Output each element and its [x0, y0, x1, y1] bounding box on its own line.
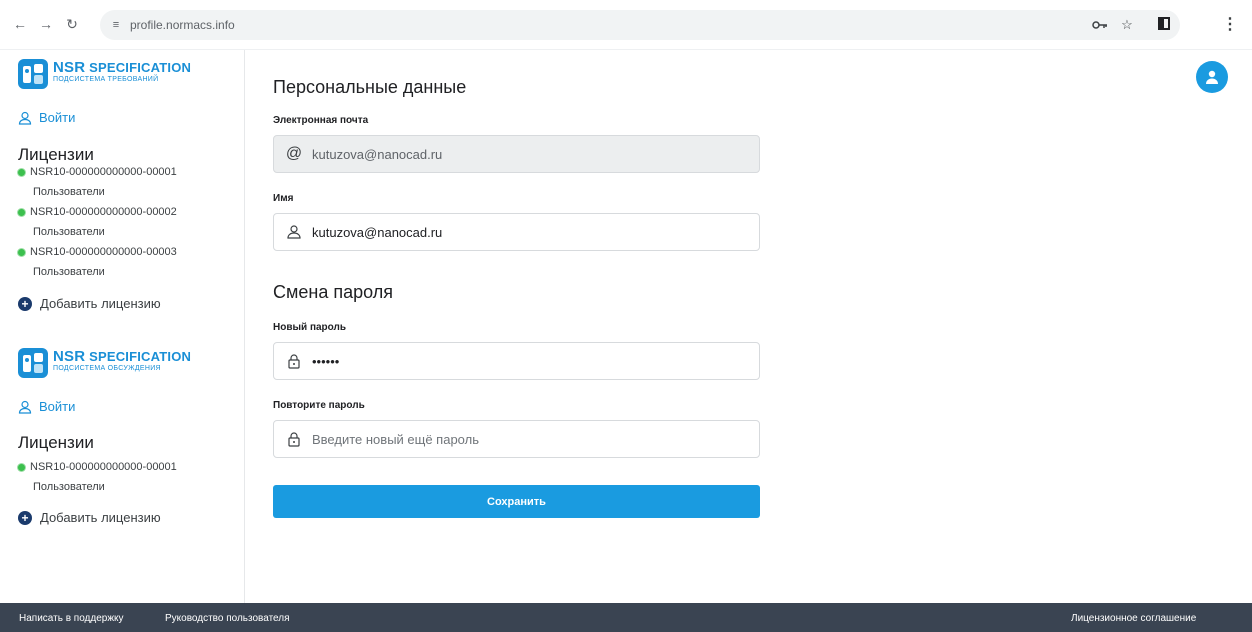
email-value: kutuzova@nanocad.ru: [312, 146, 443, 162]
side-panel-icon[interactable]: [1158, 17, 1170, 30]
email-label: Электронная почта: [273, 115, 369, 126]
logo-requirements[interactable]: NSR SPECIFICATION ПОДСИСТЕМА ТРЕБОВАНИЙ: [18, 59, 218, 91]
site-settings-icon[interactable]: ≡: [109, 18, 123, 32]
logo-subtitle: ПОДСИСТЕМА ОБСУЖДЕНИЯ: [53, 365, 161, 372]
logo-discussion[interactable]: NSR SPECIFICATION ПОДСИСТЕМА ОБСУЖДЕНИЯ: [18, 348, 218, 380]
license-id[interactable]: NSR10-000000000000-00001: [30, 166, 177, 178]
repeat-password-label: Повторите пароль: [273, 400, 365, 411]
add-license-label[interactable]: Добавить лицензию: [40, 510, 161, 525]
user-icon: [18, 111, 32, 125]
login-label[interactable]: Войти: [39, 399, 75, 414]
password-change-title: Смена пароля: [273, 282, 393, 302]
key-icon[interactable]: [1092, 17, 1108, 33]
license-id[interactable]: NSR10-000000000000-00003: [30, 246, 177, 258]
email-field: @ kutuzova@nanocad.ru: [273, 135, 760, 173]
login-link[interactable]: Войти: [18, 110, 75, 125]
login-link[interactable]: Войти: [18, 399, 75, 414]
lock-icon: [288, 354, 300, 369]
license-status-dot: [18, 208, 25, 216]
license-item[interactable]: NSR10-000000000000-00001 Пользователи: [18, 461, 238, 501]
profile-form: Персональные данные Электронная почта @ …: [245, 50, 1252, 603]
license-status-dot: [18, 463, 25, 471]
license-id[interactable]: NSR10-000000000000-00002: [30, 206, 177, 218]
license-item[interactable]: NSR10-000000000000-00002 Пользователи: [18, 206, 238, 246]
license-item[interactable]: NSR10-000000000000-00003 Пользователи: [18, 246, 238, 286]
nsr-logo-icon: [18, 348, 48, 378]
license-users-link[interactable]: Пользователи: [33, 186, 105, 198]
logo-subtitle: ПОДСИСТЕМА ТРЕБОВАНИЙ: [53, 76, 159, 83]
user-icon: [287, 225, 301, 239]
logo-title: NSR SPECIFICATION: [53, 348, 192, 365]
url-text[interactable]: profile.normacs.info: [130, 18, 235, 32]
personal-data-title: Персональные данные: [273, 77, 467, 97]
license-list: NSR10-000000000000-00001 Пользователи NS…: [18, 166, 238, 286]
lock-icon: [288, 432, 300, 447]
license-item[interactable]: NSR10-000000000000-00001 Пользователи: [18, 166, 238, 206]
menu-kebab-icon[interactable]: ⋮: [1222, 13, 1238, 35]
nsr-logo-icon: [18, 59, 48, 89]
name-value[interactable]: kutuzova@nanocad.ru: [312, 225, 442, 240]
new-password-value[interactable]: ••••••: [312, 354, 339, 369]
plus-circle-icon: +: [18, 296, 32, 311]
repeat-password-input[interactable]: [312, 431, 752, 447]
licenses-title: Лицензии: [18, 145, 94, 164]
forward-icon[interactable]: →: [36, 14, 56, 34]
license-list: NSR10-000000000000-00001 Пользователи: [18, 461, 238, 501]
bookmark-star-icon[interactable]: ☆: [1119, 17, 1135, 33]
new-password-field[interactable]: ••••••: [273, 342, 760, 380]
support-link[interactable]: Написать в поддержку: [19, 613, 124, 624]
reload-icon[interactable]: ↻: [62, 14, 82, 34]
repeat-password-field[interactable]: [273, 420, 760, 458]
login-label[interactable]: Войти: [39, 110, 75, 125]
address-bar[interactable]: ≡ profile.normacs.info ☆: [100, 10, 1180, 40]
user-guide-link[interactable]: Руководство пользователя: [165, 613, 290, 624]
name-field[interactable]: kutuzova@nanocad.ru: [273, 213, 760, 251]
license-status-dot: [18, 248, 25, 256]
name-label: Имя: [273, 193, 294, 204]
license-agreement-link[interactable]: Лицензионное соглашение: [1071, 613, 1196, 624]
plus-circle-icon: +: [18, 510, 32, 525]
new-password-label: Новый пароль: [273, 322, 347, 333]
sidebar: NSR SPECIFICATION ПОДСИСТЕМА ТРЕБОВАНИЙ …: [0, 50, 245, 603]
license-users-link[interactable]: Пользователи: [33, 266, 105, 278]
add-license-label[interactable]: Добавить лицензию: [40, 296, 161, 311]
browser-toolbar: ← → ↻ ≡ profile.normacs.info ☆ ⋮: [0, 0, 1252, 50]
license-users-link[interactable]: Пользователи: [33, 481, 105, 493]
licenses-title: Лицензии: [18, 433, 94, 452]
footer: Написать в поддержку Руководство пользов…: [0, 603, 1252, 632]
license-id[interactable]: NSR10-000000000000-00001: [30, 461, 177, 473]
logo-title: NSR SPECIFICATION: [53, 59, 192, 76]
license-status-dot: [18, 168, 25, 176]
at-sign-icon: @: [285, 145, 303, 162]
user-avatar-icon: [1206, 70, 1218, 84]
add-license-button[interactable]: + Добавить лицензию: [18, 296, 161, 311]
user-avatar[interactable]: [1196, 61, 1228, 93]
user-icon: [18, 400, 32, 414]
license-users-link[interactable]: Пользователи: [33, 226, 105, 238]
back-icon[interactable]: ←: [10, 14, 30, 34]
add-license-button[interactable]: + Добавить лицензию: [18, 510, 161, 525]
save-button[interactable]: Сохранить: [273, 485, 760, 518]
